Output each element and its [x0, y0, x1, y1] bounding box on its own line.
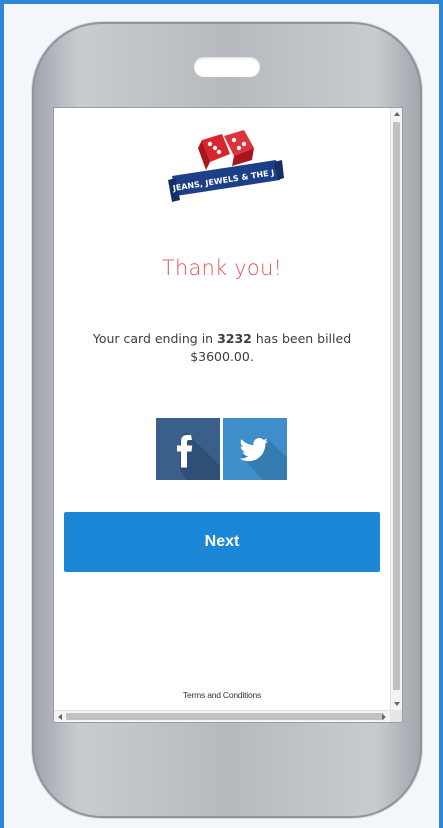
billing-middle: has been billed	[255, 331, 352, 346]
vertical-scrollbar[interactable]	[390, 108, 402, 710]
billed-amount: $3600.00.	[190, 349, 254, 364]
terms-link[interactable]: Terms and Conditions	[54, 690, 390, 700]
phone-speaker	[194, 57, 260, 77]
social-share	[156, 418, 288, 480]
vertical-scroll-thumb[interactable]	[393, 122, 400, 690]
facebook-share-button[interactable]	[156, 418, 220, 480]
dice-icon	[198, 130, 254, 170]
card-last4: 3232	[217, 331, 252, 346]
scroll-down-icon[interactable]	[394, 702, 400, 706]
twitter-icon	[239, 437, 287, 480]
twitter-share-button[interactable]	[223, 418, 287, 480]
billing-prefix: Your card ending in	[92, 331, 214, 346]
facebook-icon	[177, 432, 220, 480]
scroll-up-icon[interactable]	[394, 112, 400, 116]
brand-logo: JEANS, JEWELS & THE J	[168, 130, 284, 202]
scroll-left-icon[interactable]	[58, 714, 62, 720]
billing-message: Your card ending in 3232 has been billed…	[74, 330, 370, 366]
phone-mockup: JEANS, JEWELS & THE J Thank you! Your ca…	[32, 22, 422, 818]
next-button[interactable]: Next	[64, 512, 380, 572]
horizontal-scrollbar[interactable]	[54, 710, 402, 722]
phone-screen: JEANS, JEWELS & THE J Thank you! Your ca…	[54, 108, 402, 722]
scrollbar-corner	[390, 710, 402, 722]
page-title: Thank you!	[161, 256, 283, 280]
horizontal-scroll-thumb[interactable]	[66, 713, 384, 720]
screen-content: JEANS, JEWELS & THE J Thank you! Your ca…	[54, 108, 390, 710]
scroll-right-icon[interactable]	[382, 714, 386, 720]
